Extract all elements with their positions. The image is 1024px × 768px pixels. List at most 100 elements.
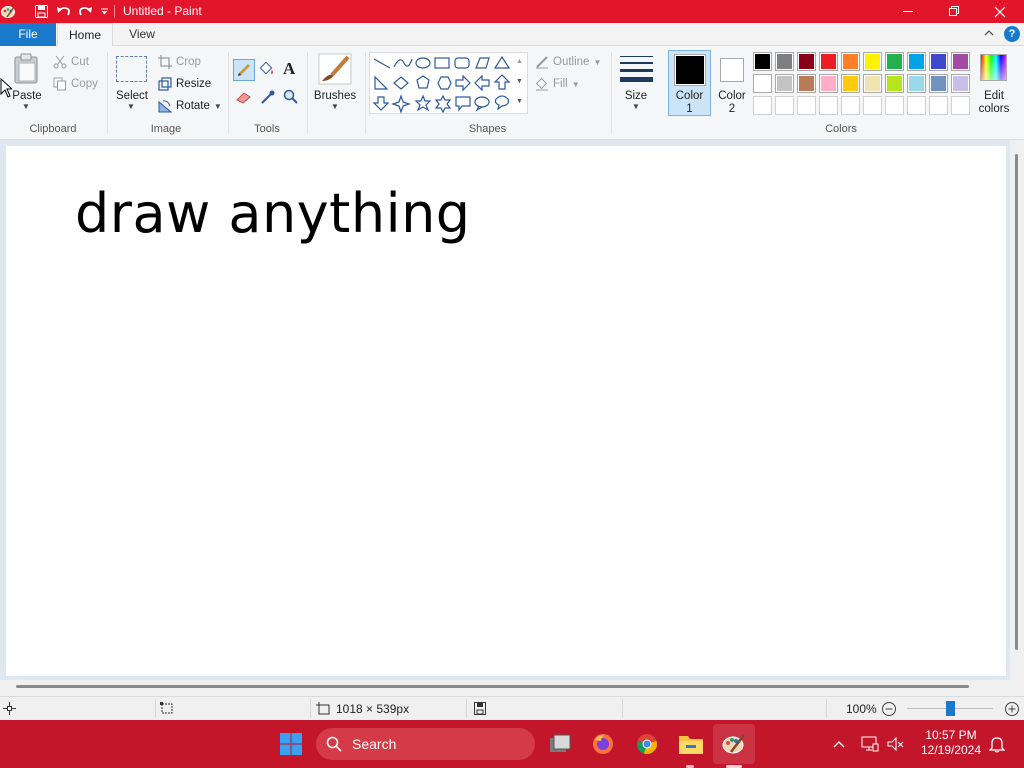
palette-swatch[interactable] [819, 96, 838, 115]
tab-view[interactable]: View [114, 23, 170, 46]
four-point-star-shape-icon[interactable] [391, 94, 411, 114]
palette-swatch[interactable] [929, 74, 948, 93]
zoom-out-button[interactable] [881, 697, 897, 720]
show-hidden-icons-button[interactable] [824, 729, 854, 759]
horizontal-scrollbar[interactable] [0, 680, 1024, 696]
six-point-star-shape-icon[interactable] [434, 94, 452, 114]
palette-swatch[interactable] [863, 96, 882, 115]
oval-shape-icon[interactable] [415, 57, 431, 69]
left-arrow-shape-icon[interactable] [474, 74, 490, 92]
vertical-scroll-thumb[interactable] [1015, 154, 1018, 650]
edit-colors-button[interactable] [980, 54, 1007, 81]
palette-swatch[interactable] [841, 96, 860, 115]
size-button[interactable] [620, 54, 653, 87]
chrome-button[interactable] [632, 729, 662, 759]
select-dropdown-icon[interactable]: ▼ [127, 102, 135, 111]
palette-swatch[interactable] [775, 74, 794, 93]
collapse-ribbon-icon[interactable] [984, 27, 994, 41]
file-explorer-button[interactable] [676, 729, 706, 759]
palette-swatch[interactable] [753, 52, 772, 71]
palette-swatch[interactable] [907, 74, 926, 93]
size-dropdown-icon[interactable]: ▼ [632, 102, 640, 111]
palette-swatch[interactable] [841, 52, 860, 71]
palette-swatch[interactable] [951, 52, 970, 71]
paste-dropdown-icon[interactable]: ▼ [22, 102, 30, 111]
palette-swatch[interactable] [951, 74, 970, 93]
palette-swatch[interactable] [885, 74, 904, 93]
shapes-scroll-down-icon[interactable]: ▼ [516, 78, 523, 85]
copy-button[interactable]: Copy [53, 75, 98, 93]
rotate-button[interactable]: Rotate ▼ [158, 97, 222, 115]
palette-swatch[interactable] [797, 52, 816, 71]
palette-swatch[interactable] [819, 52, 838, 71]
text-tool[interactable]: A [283, 59, 295, 79]
task-view-button[interactable] [545, 729, 575, 759]
rectangle-shape-icon[interactable] [434, 57, 450, 69]
oval-callout-shape-icon[interactable] [474, 96, 490, 108]
firefox-button[interactable] [588, 729, 618, 759]
close-button[interactable] [977, 0, 1023, 23]
pencil-tool[interactable] [233, 59, 255, 81]
palette-swatch[interactable] [775, 52, 794, 71]
color-picker-tool[interactable] [260, 89, 276, 108]
palette-swatch[interactable] [797, 74, 816, 93]
palette-swatch[interactable] [841, 74, 860, 93]
zoom-in-button[interactable] [1004, 697, 1020, 720]
palette-swatch[interactable] [907, 52, 926, 71]
pentagon-shape-icon[interactable] [416, 75, 430, 89]
five-point-star-shape-icon[interactable] [414, 94, 432, 112]
select-button[interactable] [116, 56, 147, 82]
palette-swatch[interactable] [885, 96, 904, 115]
rounded-rectangle-shape-icon[interactable] [454, 57, 470, 69]
palette-swatch[interactable] [885, 52, 904, 71]
shapes-scroll-up-icon[interactable]: ▲ [516, 58, 523, 65]
brushes-button[interactable] [318, 53, 352, 88]
vertical-scrollbar[interactable] [1010, 140, 1024, 680]
paint-app-icon[interactable] [0, 3, 17, 20]
minimize-button[interactable] [885, 0, 931, 23]
fill-tool[interactable] [258, 61, 276, 80]
volume-button[interactable] [881, 729, 911, 759]
notifications-button[interactable] [982, 729, 1012, 759]
palette-swatch[interactable] [907, 96, 926, 115]
diamond-shape-icon[interactable] [393, 76, 409, 90]
palette-swatch[interactable] [863, 52, 882, 71]
paste-button[interactable] [12, 53, 42, 90]
tab-file[interactable]: File [0, 23, 56, 46]
right-triangle-shape-icon[interactable] [374, 75, 389, 90]
palette-swatch[interactable] [797, 96, 816, 115]
tab-home[interactable]: Home [57, 23, 113, 47]
brushes-dropdown-icon[interactable]: ▼ [331, 102, 339, 111]
right-arrow-shape-icon[interactable] [455, 74, 471, 92]
polygon-shape-icon[interactable] [475, 57, 490, 69]
up-arrow-shape-icon[interactable] [493, 74, 511, 90]
cloud-callout-shape-icon[interactable] [494, 95, 509, 111]
shapes-expand-icon[interactable]: ▼ [516, 98, 523, 105]
zoom-slider-thumb[interactable] [946, 701, 955, 716]
hexagon-shape-icon[interactable] [437, 76, 452, 90]
save-icon[interactable] [33, 3, 49, 20]
palette-swatch[interactable] [951, 96, 970, 115]
outline-button[interactable]: Outline ▼ [535, 53, 601, 71]
triangle-shape-icon[interactable] [493, 55, 511, 69]
undo-icon[interactable] [55, 3, 71, 20]
start-button[interactable] [276, 729, 306, 759]
curve-shape-icon[interactable] [393, 58, 413, 68]
eraser-tool[interactable] [235, 90, 253, 107]
horizontal-scroll-thumb[interactable] [16, 685, 969, 688]
fill-button[interactable]: Fill ▼ [535, 75, 580, 93]
customize-quick-access-icon[interactable] [98, 3, 110, 20]
magnifier-tool[interactable] [283, 89, 299, 108]
palette-swatch[interactable] [753, 96, 772, 115]
color2-button[interactable] [720, 58, 744, 82]
cut-button[interactable]: Cut [53, 53, 89, 71]
help-icon[interactable]: ? [1004, 26, 1020, 42]
palette-swatch[interactable] [753, 74, 772, 93]
redo-icon[interactable] [77, 3, 93, 20]
resize-button[interactable]: Resize [158, 75, 211, 93]
palette-swatch[interactable] [775, 96, 794, 115]
palette-swatch[interactable] [929, 96, 948, 115]
line-shape-icon[interactable] [373, 58, 391, 69]
restore-button[interactable] [931, 0, 977, 23]
palette-swatch[interactable] [929, 52, 948, 71]
